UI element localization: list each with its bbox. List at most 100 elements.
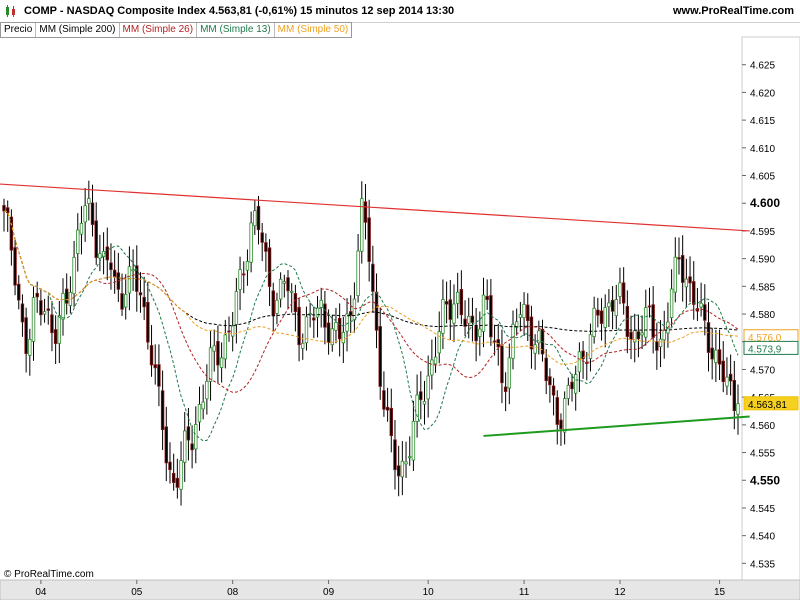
candle-body bbox=[470, 315, 475, 323]
legend-ma200[interactable]: MM (Simple 200) bbox=[36, 23, 120, 37]
price-label-text: 4.563,81 bbox=[748, 400, 787, 411]
y-tick-label: 4.535 bbox=[750, 559, 775, 570]
candle-body bbox=[673, 256, 677, 293]
candle-body bbox=[17, 283, 21, 301]
candle-body bbox=[692, 281, 696, 305]
candle-body bbox=[448, 299, 453, 320]
candle-body bbox=[655, 341, 659, 351]
candle-body bbox=[500, 344, 504, 384]
candle-body bbox=[680, 255, 685, 283]
candle-body bbox=[39, 300, 43, 316]
x-tick-label: 08 bbox=[227, 587, 239, 598]
candle-body bbox=[124, 294, 128, 308]
candle-body bbox=[408, 456, 412, 459]
candle-body bbox=[120, 293, 124, 310]
candle-body bbox=[474, 325, 478, 342]
candle-body bbox=[245, 261, 250, 271]
candle-body bbox=[190, 443, 194, 451]
candle-body bbox=[677, 257, 681, 260]
candle-body bbox=[658, 338, 663, 348]
candle-body bbox=[728, 373, 733, 382]
candle-body bbox=[260, 232, 264, 243]
x-tick-label: 11 bbox=[519, 587, 530, 598]
candle-body bbox=[179, 460, 183, 490]
candle-body bbox=[183, 430, 187, 463]
candle-body bbox=[312, 317, 316, 321]
x-tick-label: 05 bbox=[131, 587, 143, 598]
candle-body bbox=[592, 307, 596, 337]
candle-body bbox=[223, 334, 228, 360]
y-tick-label: 4.595 bbox=[750, 227, 775, 238]
candle-body bbox=[87, 198, 91, 204]
candle-body bbox=[242, 273, 246, 276]
candle-body bbox=[610, 299, 615, 312]
candle-body bbox=[50, 314, 54, 334]
candle-body bbox=[562, 398, 567, 433]
candle-body bbox=[275, 299, 279, 314]
y-tick-label: 4.620 bbox=[750, 88, 775, 99]
candle-body bbox=[153, 364, 157, 369]
plot-area bbox=[0, 37, 742, 580]
candle-body bbox=[289, 290, 294, 293]
candle-body bbox=[230, 325, 235, 337]
candle-body bbox=[271, 290, 275, 317]
candle-body bbox=[297, 306, 301, 346]
candle-body bbox=[382, 390, 386, 410]
candle-body bbox=[511, 323, 515, 359]
candle-body bbox=[371, 263, 375, 292]
candle-body bbox=[378, 326, 382, 387]
candle-body bbox=[149, 345, 154, 366]
candle-body bbox=[467, 316, 471, 324]
candle-body bbox=[345, 313, 349, 332]
candle-body bbox=[714, 349, 718, 363]
candle-body bbox=[256, 205, 261, 231]
y-tick-label: 4.545 bbox=[750, 504, 775, 515]
candle-body bbox=[400, 460, 405, 478]
candle-body bbox=[603, 307, 607, 328]
y-tick-label: 4.570 bbox=[750, 365, 775, 376]
candle-body bbox=[732, 380, 737, 412]
candle-body bbox=[164, 426, 168, 464]
candle-body bbox=[618, 282, 622, 297]
candle-body bbox=[127, 266, 132, 294]
candle-body bbox=[109, 262, 113, 271]
site-link[interactable]: www.ProRealTime.com bbox=[673, 5, 794, 17]
legend-price[interactable]: Precio bbox=[1, 23, 37, 37]
candle-body bbox=[441, 299, 445, 334]
price-chart[interactable]: 4.5354.5404.5454.5504.5554.5604.5654.570… bbox=[0, 0, 800, 600]
candle-body bbox=[267, 247, 272, 287]
candle-body bbox=[596, 309, 600, 316]
candle-body bbox=[736, 403, 740, 415]
candle-body bbox=[522, 304, 526, 319]
candle-body bbox=[577, 351, 582, 373]
candle-body bbox=[46, 308, 50, 311]
candle-body bbox=[24, 317, 28, 354]
candle-body bbox=[282, 281, 287, 284]
candle-body bbox=[396, 465, 401, 477]
legend-ma13[interactable]: MM (Simple 13) bbox=[197, 23, 275, 37]
candle-body bbox=[404, 461, 408, 465]
candle-body bbox=[90, 202, 95, 225]
candle-body bbox=[651, 304, 655, 338]
candle-body bbox=[640, 332, 644, 336]
candle-body bbox=[444, 301, 449, 305]
candle-body bbox=[455, 291, 460, 304]
candle-body bbox=[79, 222, 84, 235]
candle-body bbox=[157, 364, 161, 387]
y-tick-label: 4.550 bbox=[750, 473, 780, 487]
candle-body bbox=[278, 278, 283, 300]
candle-body bbox=[319, 299, 323, 308]
candle-body bbox=[216, 341, 220, 366]
candle-body bbox=[35, 292, 39, 298]
instrument-title: COMP - NASDAQ Composite Index 4.563,81 (… bbox=[24, 5, 455, 17]
legend-ma26[interactable]: MM (Simple 26) bbox=[120, 23, 198, 37]
candle-body bbox=[574, 374, 578, 394]
chart-header: COMP - NASDAQ Composite Index 4.563,81 (… bbox=[0, 0, 800, 23]
candle-body bbox=[526, 304, 530, 322]
candle-body bbox=[286, 277, 290, 292]
candle-body bbox=[20, 303, 25, 323]
candle-body bbox=[570, 381, 574, 390]
x-tick-label: 04 bbox=[35, 587, 47, 598]
candle-body bbox=[227, 330, 231, 333]
legend-ma50[interactable]: MM (Simple 50) bbox=[275, 23, 352, 37]
